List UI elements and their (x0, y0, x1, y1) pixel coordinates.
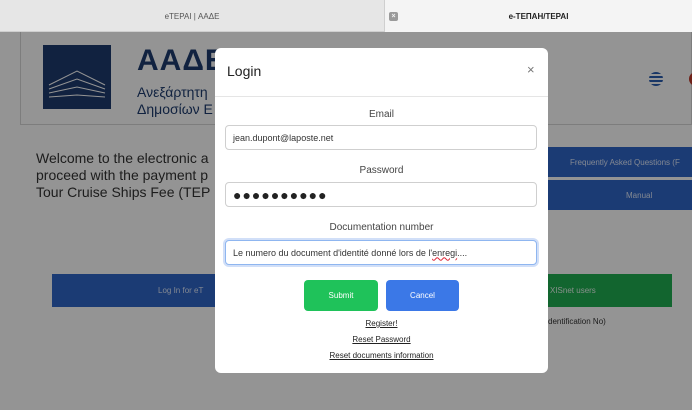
close-tab-icon[interactable]: × (389, 12, 398, 21)
email-field[interactable]: jean.dupont@laposte.net (225, 125, 537, 150)
documentation-number-value: Le numero du document d'identité donné l… (233, 248, 467, 258)
register-link[interactable]: Register! (215, 319, 548, 328)
reset-documents-link[interactable]: Reset documents information (215, 351, 548, 360)
password-field-value: ●●●●●●●●●● (233, 186, 328, 203)
email-field-value: jean.dupont@laposte.net (233, 132, 334, 143)
browser-tab-bar: eTEPAI | ΑΑΔΕ × e-ΤΕΠΑΗ/ΤΕΡΑΙ (0, 0, 692, 32)
browser-tab-title: e-ΤΕΠΑΗ/ΤΕΡΑΙ (508, 11, 569, 21)
doc-value-text: Le numero du document d'identité donné l… (233, 247, 433, 258)
submit-button[interactable]: Submit (304, 280, 378, 311)
email-label: Email (368, 109, 394, 120)
password-label: Password (359, 165, 404, 176)
documentation-number-field[interactable]: Le numero du document d'identité donné l… (225, 240, 537, 265)
close-icon[interactable]: × (527, 62, 535, 77)
browser-tab-tepah[interactable]: × e-ΤΕΠΑΗ/ΤΕΡΑΙ (385, 0, 692, 32)
modal-title: Login (227, 63, 262, 79)
spellcheck-word: enregi (432, 247, 458, 258)
modal-header: Login × (215, 48, 548, 97)
documentation-number-label: Documentation number (329, 222, 434, 233)
password-field[interactable]: ●●●●●●●●●● (225, 182, 537, 207)
reset-password-link[interactable]: Reset Password (215, 335, 548, 344)
login-modal: Login × Email jean.dupont@laposte.net Pa… (215, 48, 548, 373)
cancel-button[interactable]: Cancel (386, 280, 459, 311)
browser-tab-title: eTEPAI | ΑΑΔΕ (164, 11, 220, 21)
doc-value-ellipsis: .... (457, 247, 468, 258)
browser-tab-etepai[interactable]: eTEPAI | ΑΑΔΕ (0, 0, 385, 32)
